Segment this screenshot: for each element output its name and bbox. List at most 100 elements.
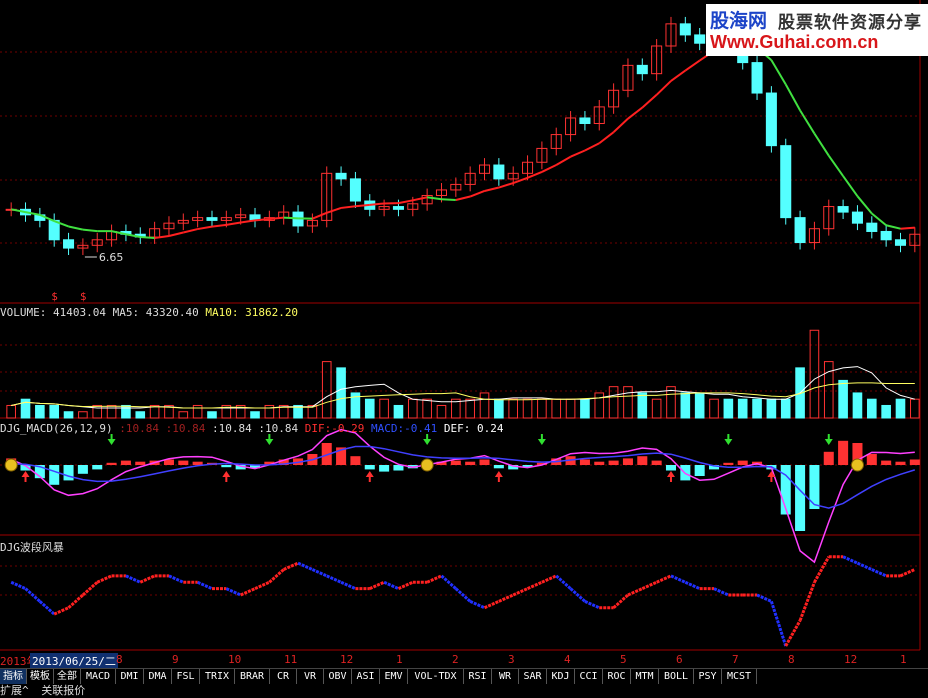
date-tick: 7 (732, 653, 739, 666)
storm-line-segment (555, 574, 572, 590)
ma-line-segment (627, 106, 643, 120)
candle-body (866, 222, 878, 232)
volume-bar (752, 398, 762, 419)
tab-asi[interactable]: ASI (352, 669, 380, 684)
ma-line-segment (197, 225, 213, 231)
macd-histogram-bar (379, 465, 390, 472)
macd-histogram-bar (895, 461, 906, 465)
candle-body (579, 117, 591, 125)
tab-rsi[interactable]: RSI (464, 669, 492, 684)
volume-bar (321, 361, 332, 419)
macd-histogram-bar (77, 465, 88, 474)
smiley-icon (4, 458, 18, 472)
ma-line-segment (612, 117, 629, 133)
macd-title: DJG_MACD(26,12,9) :10.84 :10.84 :10.84 :… (0, 422, 504, 435)
buy-arrow-icon (824, 434, 833, 445)
tab-mtm[interactable]: MTM (631, 669, 659, 684)
tab-psy[interactable]: PSY (694, 669, 722, 684)
expand-toggle[interactable]: 扩展^ (0, 684, 29, 697)
date-cursor: 2013/06/25/二 (30, 653, 118, 669)
ma-line-segment (326, 206, 342, 214)
storm-line-segment (383, 580, 400, 590)
signal-marker: $ (51, 290, 58, 303)
buy-arrow-icon (537, 434, 546, 445)
volume-bar (494, 398, 504, 419)
sell-arrow-icon (365, 471, 374, 482)
date-tick: 8 (788, 653, 795, 666)
status-bar: 扩展^ 关联报价 (0, 684, 928, 698)
date-tick: 2 (452, 653, 459, 666)
tab-boll[interactable]: BOLL (659, 669, 694, 684)
ma-line-segment (684, 59, 701, 72)
tab-obv[interactable]: OBV (324, 669, 352, 684)
volume-bar (364, 398, 375, 419)
macd-histogram-bar (809, 465, 820, 509)
tab-brar[interactable]: BRAR (235, 669, 270, 684)
tab-wr[interactable]: WR (492, 669, 519, 684)
volume-bar (508, 398, 519, 419)
storm-line-segment (769, 600, 788, 647)
candle-body (349, 178, 361, 202)
storm-line-segment (813, 556, 831, 583)
storm-line-segment (512, 587, 529, 597)
low-price-label: 6.65 (99, 251, 124, 264)
tab-模板[interactable]: 模板 (27, 669, 54, 684)
ma-line-segment (541, 164, 557, 173)
macd-histogram-bar (465, 461, 476, 465)
macd-histogram-bar (135, 461, 146, 465)
macd-histogram-bar (350, 456, 361, 465)
storm-line-segment (197, 580, 213, 590)
tab-emv[interactable]: EMV (380, 669, 408, 684)
tab-cci[interactable]: CCI (575, 669, 603, 684)
tab-fsl[interactable]: FSL (172, 669, 200, 684)
macd-histogram-bar (92, 465, 103, 470)
storm-line-segment (670, 574, 686, 584)
macd-histogram-bar (364, 465, 375, 470)
macd-histogram-bar (795, 465, 806, 531)
macd-histogram-bar (723, 462, 734, 465)
volume-bar (537, 398, 547, 419)
stock-chart[interactable]: 6.65 $ $ (0, 0, 928, 698)
date-tick: 12 (340, 653, 354, 666)
storm-line-segment (498, 593, 514, 603)
storm-line-segment (483, 600, 500, 610)
price-pane: 6.65 $ $ (5, 16, 921, 303)
date-tick: 4 (564, 653, 571, 666)
macd-histogram-bar (479, 459, 490, 465)
volume-bar (551, 398, 562, 419)
volume-bar (709, 398, 719, 419)
storm-line-segment (899, 568, 916, 578)
volume-bar (436, 404, 447, 419)
tab-指标[interactable]: 指标 (0, 669, 27, 684)
volume-bar (178, 411, 189, 419)
storm-pane (10, 555, 916, 647)
storm-line-segment (798, 581, 816, 622)
volume-bar (6, 404, 16, 419)
ma-line-segment (82, 228, 98, 233)
storm-line-segment (569, 587, 586, 603)
tab-dmi[interactable]: DMI (116, 669, 144, 684)
volume-bar (135, 411, 146, 419)
tab-kdj[interactable]: KDJ (547, 669, 575, 684)
storm-line-segment (10, 580, 27, 590)
date-tick: 9 (172, 653, 179, 666)
tab-sar[interactable]: SAR (519, 669, 547, 684)
tab-trix[interactable]: TRIX (200, 669, 235, 684)
date-tick: 3 (508, 653, 515, 666)
tab-macd[interactable]: MACD (81, 669, 116, 684)
tab-cr[interactable]: CR (270, 669, 297, 684)
ma-line-segment (527, 171, 543, 179)
tab-dma[interactable]: DMA (144, 669, 172, 684)
ma-line-segment (340, 205, 356, 209)
ma-line-segment (441, 198, 456, 201)
tab-vr[interactable]: VR (297, 669, 324, 684)
indicator-tabs: 指标 模板 全部 MACD DMI DMA FSL TRIX BRAR CR VR OBV ASI EMV… (0, 668, 928, 685)
macd-histogram-bar (178, 460, 189, 465)
tab-vol-tdx[interactable]: VOL-TDX (408, 669, 464, 684)
linked-quote-link[interactable]: 关联报价 (41, 684, 85, 697)
tab-roc[interactable]: ROC (603, 669, 631, 684)
macd-histogram-bar (622, 458, 633, 465)
candle-body (880, 230, 892, 241)
tab-mcst[interactable]: MCST (722, 669, 757, 684)
tab-全部[interactable]: 全部 (54, 669, 81, 684)
